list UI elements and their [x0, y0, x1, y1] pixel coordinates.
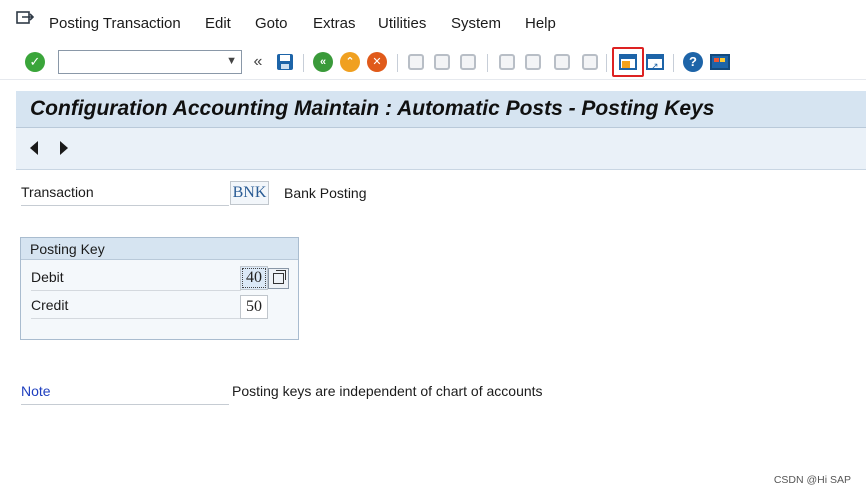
- menu-extras[interactable]: Extras: [313, 15, 356, 32]
- menu-help[interactable]: Help: [525, 15, 556, 32]
- menu-bar: Posting Transaction Edit Goto Extras Uti…: [0, 0, 866, 46]
- standard-toolbar: ✓ ▼ « « ⌃ ✕ ↗ ?: [0, 46, 866, 80]
- create-session-icon[interactable]: [618, 52, 638, 72]
- watermark: CSDN @Hi SAP: [773, 474, 851, 486]
- navigation-bar: [16, 128, 866, 170]
- menu-system[interactable]: System: [451, 15, 501, 32]
- previous-arrow-icon[interactable]: [30, 141, 38, 155]
- back-icon[interactable]: «: [313, 52, 333, 72]
- value-help-icon: [273, 270, 286, 284]
- last-page-icon: [580, 52, 600, 72]
- menu-goto[interactable]: Goto: [255, 15, 288, 32]
- note-text: Posting keys are independent of chart of…: [232, 383, 543, 399]
- next-arrow-icon[interactable]: [60, 141, 68, 155]
- first-page-icon: [497, 52, 517, 72]
- menu-exit-icon[interactable]: [16, 11, 35, 25]
- debit-label: Debit: [31, 269, 241, 291]
- save-icon[interactable]: [275, 52, 295, 72]
- customize-layout-icon[interactable]: [710, 52, 730, 72]
- exit-icon[interactable]: ⌃: [340, 52, 360, 72]
- debit-posting-key-field[interactable]: 40: [240, 266, 268, 290]
- credit-posting-key-field[interactable]: 50: [240, 295, 268, 319]
- find-icon: [432, 52, 452, 72]
- cancel-icon[interactable]: ✕: [367, 52, 387, 72]
- shortcut-icon[interactable]: ↗: [645, 52, 665, 72]
- enter-icon[interactable]: ✓: [25, 52, 45, 72]
- menu-posting-transaction[interactable]: Posting Transaction: [49, 15, 181, 32]
- credit-label: Credit: [31, 297, 241, 319]
- menu-edit[interactable]: Edit: [205, 15, 231, 32]
- command-field[interactable]: ▼: [58, 50, 242, 74]
- note-label: Note: [21, 383, 229, 405]
- transaction-code-field[interactable]: BNK: [230, 181, 269, 205]
- page-title: Configuration Accounting Maintain : Auto…: [30, 97, 715, 120]
- command-toggle-button[interactable]: «: [248, 52, 268, 72]
- transaction-label: Transaction: [21, 184, 229, 206]
- title-bar: Configuration Accounting Maintain : Auto…: [16, 91, 866, 128]
- chevron-down-icon[interactable]: ▼: [226, 55, 237, 67]
- help-icon[interactable]: ?: [683, 52, 703, 72]
- previous-page-icon: [523, 52, 543, 72]
- find-next-icon: [458, 52, 478, 72]
- value-help-button[interactable]: [268, 268, 289, 289]
- print-icon: [406, 52, 426, 72]
- menu-utilities[interactable]: Utilities: [378, 15, 426, 32]
- transaction-description: Bank Posting: [284, 185, 367, 201]
- posting-key-group-title: Posting Key: [21, 238, 298, 260]
- next-page-icon: [552, 52, 572, 72]
